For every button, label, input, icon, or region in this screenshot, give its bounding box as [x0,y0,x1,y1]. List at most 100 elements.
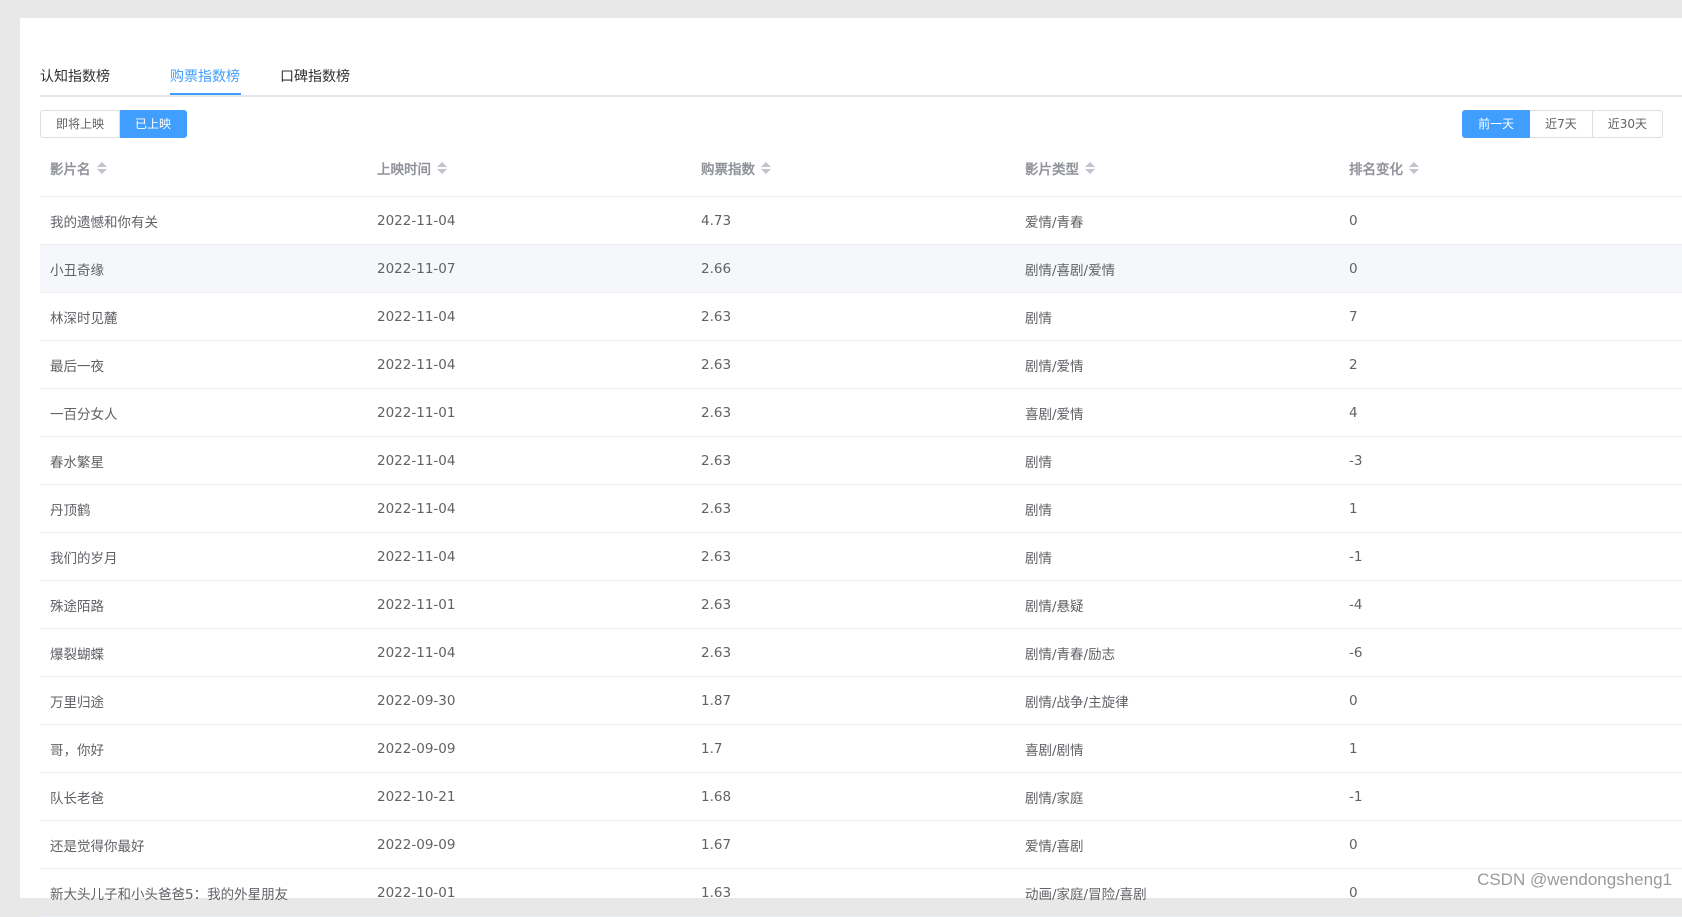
cell-genre: 爱情/青春 [1015,211,1339,231]
last-30-days-button[interactable]: 近30天 [1593,110,1663,138]
cell-release-date: 2022-11-04 [367,309,691,325]
cell-genre: 剧情/悬疑 [1015,595,1339,615]
cell-ticket-index: 2.63 [691,453,1015,469]
table-row[interactable]: 林深时见麓 2022-11-04 2.63 剧情 7 [40,293,1682,341]
cell-film-name: 林深时见麓 [40,307,367,327]
tab-awareness-index[interactable]: 认知指数榜 [40,66,110,86]
last-7-days-button[interactable]: 近7天 [1530,110,1593,138]
table-row[interactable]: 队长老爸 2022-10-21 1.68 剧情/家庭 -1 [40,773,1682,821]
table-row[interactable]: 春水繁星 2022-11-04 2.63 剧情 -3 [40,437,1682,485]
released-button[interactable]: 已上映 [120,110,187,138]
cell-ticket-index: 2.63 [691,645,1015,661]
column-header-label: 影片类型 [1025,158,1079,178]
ranking-tabs: 认知指数榜 购票指数榜 口碑指数榜 [40,46,1682,97]
column-header-release-date[interactable]: 上映时间 [367,158,691,178]
table-row[interactable]: 我们的岁月 2022-11-04 2.63 剧情 -1 [40,533,1682,581]
cell-genre: 剧情/青春/励志 [1015,643,1339,663]
sort-caret-icon[interactable] [437,162,447,174]
cell-genre: 动画/家庭/冒险/喜剧 [1015,883,1339,903]
table-row[interactable]: 最后一夜 2022-11-04 2.63 剧情/爱情 2 [40,341,1682,389]
sort-caret-icon[interactable] [1085,162,1095,174]
cell-release-date: 2022-09-30 [367,693,691,709]
column-header-film-name[interactable]: 影片名 [40,158,367,178]
cell-film-name: 一百分女人 [40,403,367,423]
cell-rank-change: 2 [1339,357,1682,373]
cell-release-date: 2022-11-04 [367,549,691,565]
ranking-table: 影片名 上映时间 购票指数 影片类型 排名变化 我的遗憾和你有关 [40,140,1682,917]
table-row[interactable]: 万里归途 2022-09-30 1.87 剧情/战争/主旋律 0 [40,677,1682,725]
upcoming-button[interactable]: 即将上映 [40,110,120,138]
cell-release-date: 2022-09-09 [367,741,691,757]
cell-film-name: 队长老爸 [40,787,367,807]
cell-rank-change: -6 [1339,645,1682,661]
cell-genre: 剧情/战争/主旋律 [1015,691,1339,711]
cell-genre: 喜剧/剧情 [1015,739,1339,759]
cell-release-date: 2022-10-01 [367,885,691,901]
cell-genre: 剧情/爱情 [1015,355,1339,375]
cell-film-name: 我的遗憾和你有关 [40,211,367,231]
cell-rank-change: 0 [1339,213,1682,229]
cell-ticket-index: 2.63 [691,405,1015,421]
cell-film-name: 丹顶鹤 [40,499,367,519]
cell-genre: 剧情 [1015,499,1339,519]
table-row[interactable]: 还是觉得你最好 2022-09-09 1.67 爱情/喜剧 0 [40,821,1682,869]
cell-ticket-index: 1.68 [691,789,1015,805]
cell-rank-change: -4 [1339,597,1682,613]
cell-genre: 剧情 [1015,451,1339,471]
cell-rank-change: 0 [1339,261,1682,277]
cell-film-name: 小丑奇缘 [40,259,367,279]
column-header-ticket-index[interactable]: 购票指数 [691,158,1015,178]
tab-ticket-index[interactable]: 购票指数榜 [170,66,240,86]
cell-genre: 剧情/喜剧/爱情 [1015,259,1339,279]
table-row[interactable]: 小丑奇缘 2022-11-07 2.66 剧情/喜剧/爱情 0 [40,245,1682,293]
cell-genre: 剧情 [1015,547,1339,567]
column-header-rank-change[interactable]: 排名变化 [1339,158,1682,178]
cell-ticket-index: 1.7 [691,741,1015,757]
cell-film-name: 殊途陌路 [40,595,367,615]
cell-ticket-index: 2.63 [691,501,1015,517]
cell-rank-change: -3 [1339,453,1682,469]
previous-day-button[interactable]: 前一天 [1462,110,1530,138]
release-status-filter: 即将上映 已上映 [40,110,187,138]
cell-rank-change: -1 [1339,549,1682,565]
column-header-genre[interactable]: 影片类型 [1015,158,1339,178]
tab-word-of-mouth-index[interactable]: 口碑指数榜 [280,66,350,86]
cell-genre: 喜剧/爱情 [1015,403,1339,423]
cell-film-name: 我们的岁月 [40,547,367,567]
sort-caret-icon[interactable] [97,162,107,174]
table-row[interactable]: 我的遗憾和你有关 2022-11-04 4.73 爱情/青春 0 [40,197,1682,245]
column-header-label: 上映时间 [377,158,431,178]
table-row[interactable]: 哥，你好 2022-09-09 1.7 喜剧/剧情 1 [40,725,1682,773]
cell-release-date: 2022-11-04 [367,357,691,373]
table-row[interactable]: 殊途陌路 2022-11-01 2.63 剧情/悬疑 -4 [40,581,1682,629]
column-header-label: 购票指数 [701,158,755,178]
cell-release-date: 2022-11-07 [367,261,691,277]
content-panel: 认知指数榜 购票指数榜 口碑指数榜 即将上映 已上映 前一天 近7天 近30天 … [20,18,1682,898]
active-tab-indicator [170,93,241,95]
cell-release-date: 2022-09-09 [367,837,691,853]
cell-film-name: 春水繁星 [40,451,367,471]
table-row[interactable]: 爆裂蝴蝶 2022-11-04 2.63 剧情/青春/励志 -6 [40,629,1682,677]
sort-caret-icon[interactable] [1409,162,1419,174]
table-row[interactable]: 一百分女人 2022-11-01 2.63 喜剧/爱情 4 [40,389,1682,437]
cell-release-date: 2022-11-04 [367,213,691,229]
cell-ticket-index: 4.73 [691,213,1015,229]
cell-ticket-index: 2.63 [691,309,1015,325]
table-header: 影片名 上映时间 购票指数 影片类型 排名变化 [40,140,1682,197]
table-body: 我的遗憾和你有关 2022-11-04 4.73 爱情/青春 0 小丑奇缘 20… [40,197,1682,917]
cell-genre: 爱情/喜剧 [1015,835,1339,855]
cell-rank-change: 1 [1339,501,1682,517]
watermark: CSDN @wendongsheng1 [1477,870,1672,890]
sort-caret-icon[interactable] [761,162,771,174]
cell-film-name: 万里归途 [40,691,367,711]
table-row[interactable]: 新大头儿子和小头爸爸5：我的外星朋友 2022-10-01 1.63 动画/家庭… [40,869,1682,917]
cell-rank-change: 0 [1339,693,1682,709]
table-row[interactable]: 丹顶鹤 2022-11-04 2.63 剧情 1 [40,485,1682,533]
cell-rank-change: 1 [1339,741,1682,757]
time-range-filter: 前一天 近7天 近30天 [1462,110,1663,138]
cell-rank-change: 0 [1339,837,1682,853]
cell-rank-change: 4 [1339,405,1682,421]
column-header-label: 影片名 [50,158,91,178]
cell-rank-change: 7 [1339,309,1682,325]
cell-genre: 剧情/家庭 [1015,787,1339,807]
